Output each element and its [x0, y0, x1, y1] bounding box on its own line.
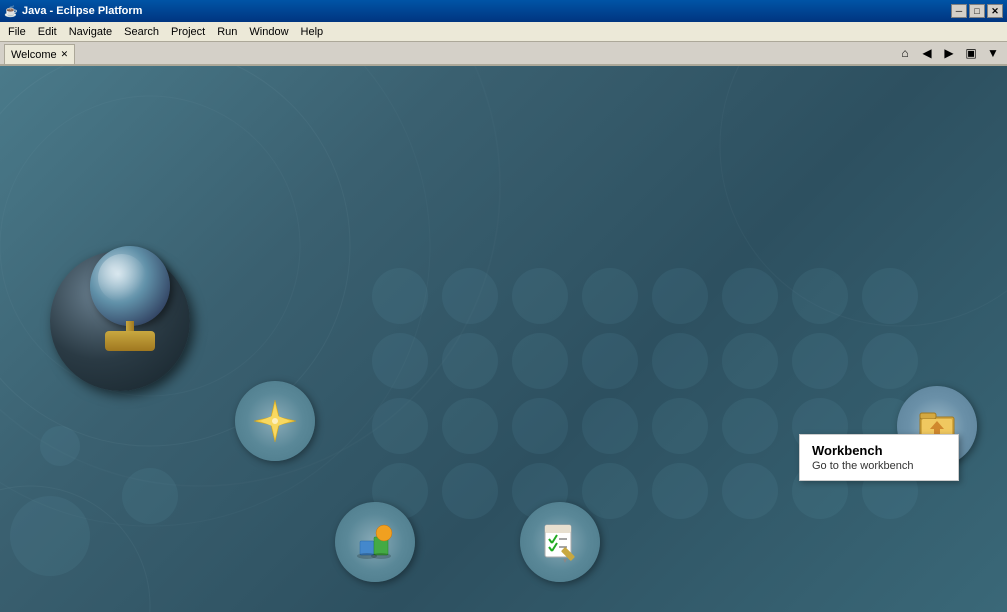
menu-help[interactable]: Help	[295, 22, 330, 41]
forward-button[interactable]: ▶	[939, 44, 959, 62]
back-button[interactable]: ◀	[917, 44, 937, 62]
menu-search[interactable]: Search	[118, 22, 165, 41]
more-button[interactable]: ▼	[983, 44, 1003, 62]
menu-run[interactable]: Run	[211, 22, 243, 41]
menu-file[interactable]: File	[2, 22, 32, 41]
sparkle-svg	[252, 398, 298, 444]
tutorials-icon[interactable]	[520, 502, 600, 582]
tab-welcome-label: Welcome	[11, 49, 57, 61]
tab-welcome[interactable]: Welcome ✕	[4, 44, 75, 64]
maximize-button[interactable]: □	[969, 4, 985, 18]
tooltip-description: Go to the workbench	[812, 460, 946, 472]
globe-icon[interactable]	[80, 241, 180, 351]
checklist-svg	[537, 519, 583, 565]
home-button[interactable]: ⌂	[895, 44, 915, 62]
app-icon: ☕	[4, 4, 18, 18]
welcome-screen: Workbench Go to the workbench	[0, 66, 1007, 612]
tooltip-title: Workbench	[812, 443, 946, 458]
overview-icon[interactable]	[335, 502, 415, 582]
menu-window[interactable]: Window	[243, 22, 294, 41]
close-button[interactable]: ✕	[987, 4, 1003, 18]
window-controls: ─ □ ✕	[951, 4, 1003, 18]
tab-bar: Welcome ✕ ⌂ ◀ ▶ ▣ ▼	[0, 42, 1007, 66]
minimize-button[interactable]: ─	[951, 4, 967, 18]
menu-navigate[interactable]: Navigate	[63, 22, 118, 41]
whats-new-icon[interactable]	[235, 381, 315, 461]
tab-toolbar: ⌂ ◀ ▶ ▣ ▼	[895, 44, 1007, 64]
workbench-tooltip: Workbench Go to the workbench	[799, 434, 959, 481]
title-text: Java - Eclipse Platform	[22, 5, 142, 17]
print-button[interactable]: ▣	[961, 44, 981, 62]
menu-edit[interactable]: Edit	[32, 22, 63, 41]
tab-close-icon[interactable]: ✕	[61, 49, 69, 60]
menu-project[interactable]: Project	[165, 22, 211, 41]
menu-bar: File Edit Navigate Search Project Run Wi…	[0, 22, 1007, 42]
title-bar: ☕ Java - Eclipse Platform ─ □ ✕	[0, 0, 1007, 22]
blocks-svg	[352, 519, 398, 565]
